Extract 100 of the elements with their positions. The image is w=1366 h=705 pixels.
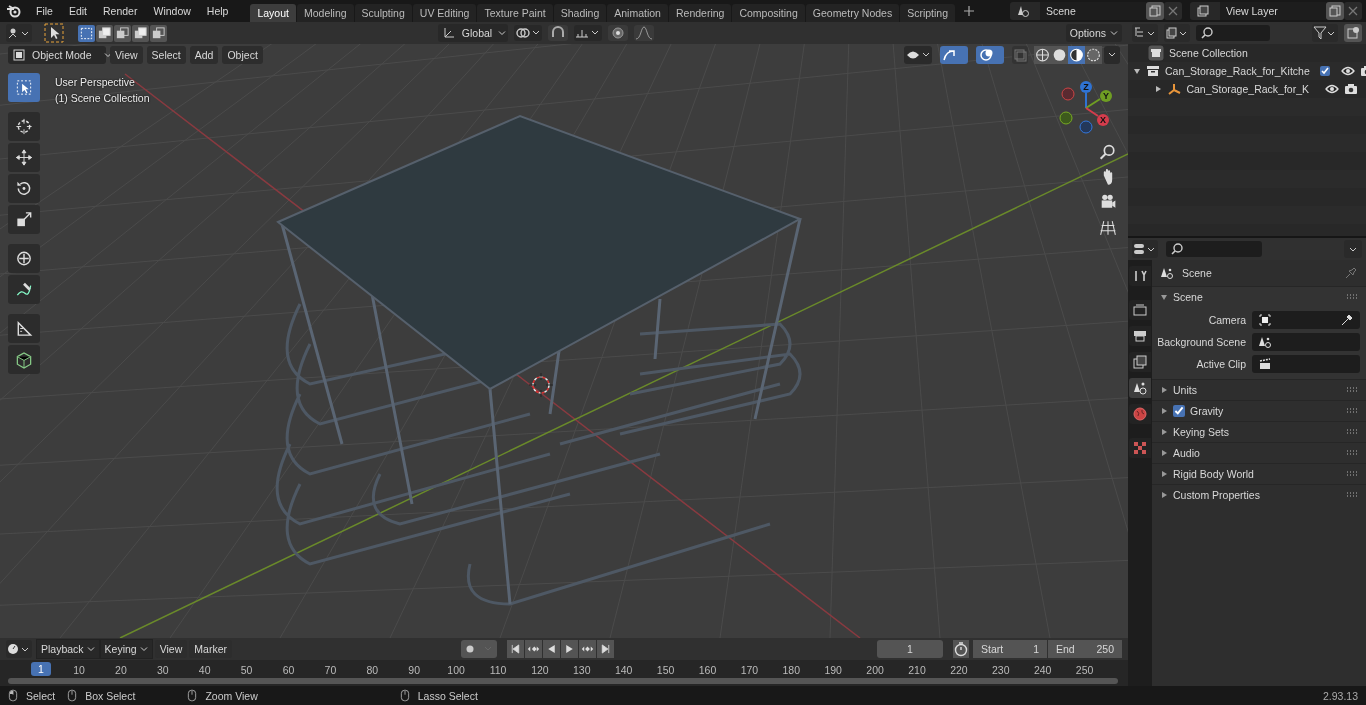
disclosure-triangle-icon[interactable] [1133, 67, 1141, 75]
copy-icon[interactable] [1326, 2, 1344, 20]
panel-header[interactable]: Scene [1173, 291, 1203, 303]
disclosure-triangle-icon[interactable] [1160, 386, 1168, 394]
rotate-tool-icon[interactable] [8, 174, 40, 203]
playhead-frame[interactable]: 1 [31, 662, 51, 676]
add-icon[interactable] [964, 6, 974, 16]
editor-type-icon[interactable] [6, 640, 32, 658]
panel-header[interactable]: Rigid Body World [1173, 468, 1254, 480]
cursor-tool-icon[interactable] [8, 112, 40, 141]
blender-logo-icon[interactable] [6, 3, 22, 19]
scene-tab[interactable] [1129, 378, 1151, 398]
snap-icon[interactable] [547, 25, 568, 41]
workspace-tab[interactable]: UV Editing [412, 4, 477, 22]
falloff-curve-icon[interactable] [633, 25, 654, 41]
render-tab[interactable] [1129, 300, 1151, 320]
transform-tool-icon[interactable] [8, 244, 40, 273]
transform-orientation-dropdown[interactable]: Global [437, 24, 508, 42]
drag-handle-icon[interactable] [1346, 387, 1358, 393]
disclosure-triangle-icon[interactable] [1160, 428, 1168, 436]
output-tab[interactable] [1129, 326, 1151, 346]
disclosure-triangle-icon[interactable] [1160, 407, 1168, 415]
filter-view-icon[interactable] [1164, 24, 1190, 42]
pin-icon[interactable] [1344, 266, 1358, 280]
new-collection-icon[interactable] [1344, 24, 1362, 42]
drag-handle-icon[interactable] [1346, 471, 1358, 477]
drag-handle-icon[interactable] [1346, 408, 1358, 414]
overlay-toggle-icon[interactable] [976, 46, 1004, 64]
snap-increment-icon[interactable] [573, 25, 602, 41]
menu-item[interactable]: Select [146, 46, 186, 64]
disclosure-triangle-icon[interactable] [1160, 293, 1168, 301]
visibility-icon[interactable] [904, 46, 932, 64]
eyedropper-icon[interactable] [1340, 313, 1354, 327]
panel-header[interactable]: Audio [1173, 447, 1200, 459]
selection-mode-icon[interactable] [78, 24, 95, 42]
menu-dropdown[interactable]: Keying [99, 639, 153, 659]
current-frame-field[interactable]: 1 [877, 640, 943, 658]
axis-handle[interactable]: X [1097, 114, 1109, 126]
search-field[interactable] [1166, 241, 1262, 257]
next-keyframe-icon[interactable] [579, 640, 596, 658]
record-icon[interactable] [461, 640, 497, 658]
outliner-item[interactable]: Scene Collection [1169, 47, 1248, 59]
display-mode-icon[interactable] [1132, 24, 1158, 42]
workspace-tab[interactable]: Geometry Nodes [805, 4, 900, 22]
texture-tab[interactable] [1129, 438, 1151, 458]
select-tool-icon[interactable] [44, 23, 64, 43]
play-reverse-icon[interactable] [543, 640, 560, 658]
axis-handle[interactable]: Y [1100, 90, 1112, 102]
negative-axis-icon[interactable] [1059, 111, 1073, 125]
selection-mode-icon[interactable] [132, 24, 149, 42]
panel-header[interactable]: Units [1173, 384, 1197, 396]
clip-field[interactable] [1252, 355, 1360, 373]
workspace-tab[interactable]: Texture Paint [477, 4, 553, 22]
selection-mode-icon[interactable] [96, 24, 113, 42]
workspace-tab[interactable]: Scripting [900, 4, 955, 22]
axis-handle[interactable]: Z [1080, 81, 1092, 93]
play-icon[interactable] [561, 640, 578, 658]
selection-mode-icon[interactable] [114, 24, 131, 42]
tool-tab[interactable] [1129, 266, 1151, 286]
menu-item[interactable]: Render [95, 0, 146, 22]
disclosure-triangle-icon[interactable] [1160, 491, 1168, 499]
disclosure-triangle-icon[interactable] [1160, 449, 1168, 457]
timeline-scrollbar[interactable] [8, 678, 1118, 684]
drag-handle-icon[interactable] [1346, 450, 1358, 456]
select-tool-icon[interactable] [8, 73, 40, 102]
menu-item[interactable]: Add [189, 46, 219, 64]
filter-icon[interactable] [1312, 24, 1338, 42]
menu-item[interactable]: File [28, 0, 61, 22]
caret-icon[interactable] [1104, 46, 1120, 64]
start-frame-field[interactable]: Start 1 [973, 640, 1047, 658]
drag-handle-icon[interactable] [1346, 492, 1358, 498]
menu-item[interactable]: Window [145, 0, 199, 22]
workspace-tab[interactable]: Shading [553, 4, 607, 22]
menu-item[interactable]: Edit [60, 0, 95, 22]
gizmo-toggle-icon[interactable] [940, 46, 968, 64]
shading-mode-icon[interactable] [1068, 46, 1085, 64]
eye-icon[interactable] [1325, 82, 1339, 96]
panel-header[interactable]: Keying Sets [1173, 426, 1230, 438]
menu-item[interactable]: View [110, 46, 143, 64]
xray-toggle-icon[interactable] [1012, 46, 1028, 64]
annotate-tool-icon[interactable] [8, 275, 40, 304]
camera-icon[interactable] [1344, 82, 1358, 96]
workspace-tab[interactable]: Rendering [668, 4, 732, 22]
proportional-edit-icon[interactable] [607, 25, 628, 41]
view-layer-selector[interactable]: View Layer [1190, 2, 1326, 20]
camera-field[interactable] [1252, 311, 1360, 329]
measure-tool-icon[interactable] [8, 314, 40, 343]
eye-icon[interactable] [1340, 64, 1355, 78]
workspace-tab[interactable]: Layout [250, 4, 296, 22]
link-icon[interactable] [513, 25, 542, 41]
panel-header[interactable]: Gravity [1190, 405, 1224, 417]
add-cube-tool-icon[interactable] [8, 345, 40, 374]
checkbox[interactable] [1319, 66, 1330, 76]
copy-icon[interactable] [1146, 2, 1164, 20]
jump-start-icon[interactable] [507, 640, 524, 658]
panel-header[interactable]: Custom Properties [1173, 489, 1260, 501]
shading-mode-icon[interactable] [1051, 46, 1068, 64]
jump-end-icon[interactable] [597, 640, 614, 658]
menu-item[interactable]: View [154, 640, 188, 658]
disclosure-triangle-icon[interactable] [1160, 470, 1168, 478]
